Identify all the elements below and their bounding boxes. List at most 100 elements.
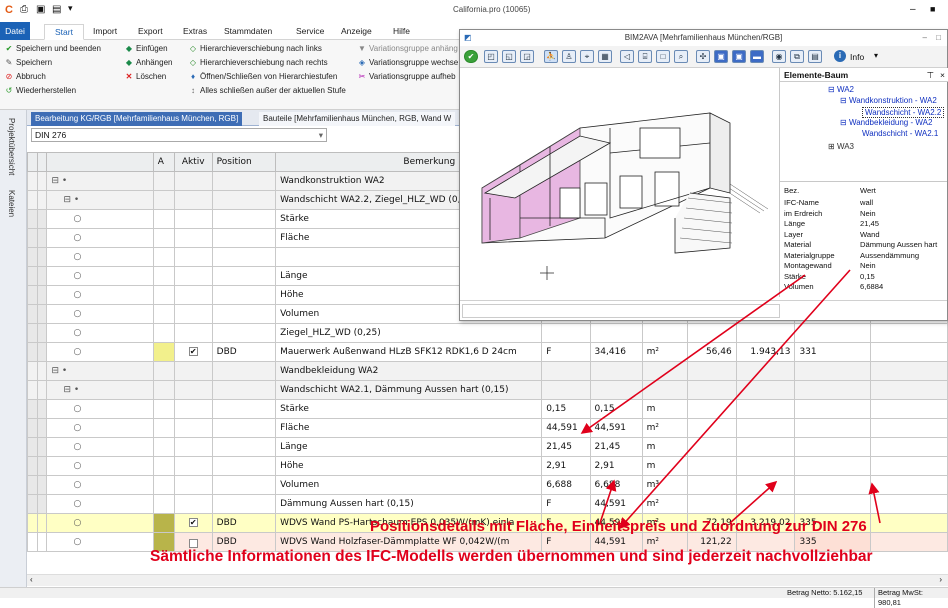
bemerkung-cell[interactable]: Dämmung Aussen hart (0,15): [275, 494, 543, 514]
view-front-icon[interactable]: ◱: [502, 50, 516, 63]
row-marker[interactable]: [27, 171, 38, 191]
tab-start[interactable]: Start: [44, 24, 84, 40]
row-marker[interactable]: [27, 323, 38, 343]
value-cell[interactable]: 34,416: [589, 342, 643, 362]
variation-switch-button[interactable]: ◈ Variationsgruppe wechse: [357, 57, 458, 69]
a-cell[interactable]: [152, 342, 175, 362]
comment-icon[interactable]: ⌸: [638, 50, 652, 63]
position-cell[interactable]: [211, 266, 277, 286]
table-row[interactable]: ○ ✔ DBD Mauerwerk Außenwand HLzB SFK12 RDK1…: [27, 342, 948, 362]
position-cell[interactable]: DBD: [211, 342, 277, 362]
table-row[interactable]: ○ Höhe 2,91 2,91 m: [27, 456, 948, 476]
total-cell[interactable]: [735, 418, 796, 438]
a-cell[interactable]: [152, 247, 175, 267]
tree-cell[interactable]: ○: [46, 247, 154, 267]
tab-extras[interactable]: Extras: [183, 24, 207, 40]
aktiv-cell[interactable]: [173, 475, 213, 495]
bim-maximize-button[interactable]: □: [936, 30, 941, 46]
position-cell[interactable]: [211, 494, 277, 514]
bemerkung-cell[interactable]: Stärke: [275, 399, 543, 419]
checkbox-checked[interactable]: ✔: [188, 518, 198, 527]
quick-access-dropdown-icon[interactable]: ▾: [68, 3, 73, 14]
table-row[interactable]: ○ Volumen 6,688 6,688 m³: [27, 475, 948, 495]
tab-projektuebersicht[interactable]: Projektübersicht: [7, 118, 16, 175]
col-header[interactable]: [36, 152, 48, 172]
row-marker[interactable]: [36, 209, 48, 229]
row-marker[interactable]: [27, 532, 38, 552]
position-cell[interactable]: [211, 361, 277, 381]
checkbox-unchecked[interactable]: ☐: [188, 538, 198, 548]
extra-cell[interactable]: [869, 399, 948, 419]
aktiv-cell[interactable]: [173, 285, 213, 305]
restore-button[interactable]: ↺ Wiederherstellen: [4, 85, 76, 97]
a-cell[interactable]: [152, 437, 175, 457]
value-cell[interactable]: 0,15: [541, 399, 591, 419]
price-cell[interactable]: [687, 456, 737, 476]
checkbox-checked[interactable]: ✔: [188, 347, 198, 356]
value-cell[interactable]: 21,45: [589, 437, 643, 457]
tree-cell[interactable]: ⊟ •: [46, 190, 154, 210]
unit-cell[interactable]: [641, 380, 689, 400]
position-cell[interactable]: [211, 285, 277, 305]
total-cell[interactable]: [735, 361, 796, 381]
measure-icon[interactable]: ⌖: [580, 50, 594, 63]
din-cell[interactable]: [794, 418, 871, 438]
aktiv-cell[interactable]: [173, 418, 213, 438]
row-marker[interactable]: [27, 513, 38, 533]
value-cell[interactable]: F: [541, 342, 591, 362]
tab-kateien[interactable]: Kateien: [7, 190, 16, 217]
bim-command-input[interactable]: [462, 304, 780, 318]
row-marker[interactable]: [27, 285, 38, 305]
aktiv-cell[interactable]: [173, 437, 213, 457]
position-cell[interactable]: [211, 228, 277, 248]
bemerkung-cell[interactable]: Fläche: [275, 418, 543, 438]
a-cell[interactable]: [152, 494, 175, 514]
tab-anzeige[interactable]: Anzeige: [341, 24, 372, 40]
row-marker[interactable]: [36, 361, 48, 381]
variation-append-button[interactable]: ▼ Variationsgruppe anhäng: [357, 43, 458, 55]
cancel-button[interactable]: ⊘ Abbruch: [4, 71, 46, 83]
model-viewport[interactable]: [460, 68, 779, 300]
a-cell[interactable]: [152, 304, 175, 324]
a-cell[interactable]: [152, 418, 175, 438]
aktiv-cell[interactable]: [173, 494, 213, 514]
value-cell[interactable]: [541, 380, 591, 400]
info-button[interactable]: Info: [850, 52, 864, 62]
aktiv-cell[interactable]: [173, 266, 213, 286]
aktiv-cell[interactable]: [173, 380, 213, 400]
aktiv-cell[interactable]: ✔: [173, 342, 213, 362]
tab-datei[interactable]: Datei: [0, 22, 30, 40]
table-row[interactable]: ○ Ziegel_HLZ_WD (0,25): [27, 323, 948, 343]
table-row[interactable]: ○ Länge 21,45 21,45 m: [27, 437, 948, 457]
tree-cell[interactable]: ○: [46, 513, 154, 533]
tab-stammdaten[interactable]: Stammdaten: [224, 24, 272, 40]
tree-cell[interactable]: ○: [46, 209, 154, 229]
person-icon[interactable]: ♙: [562, 50, 576, 63]
tree-node-wandschicht-wa21[interactable]: Wandschicht - WA2.1: [862, 129, 938, 138]
bemerkung-cell[interactable]: Wandbekleidung WA2: [275, 361, 543, 381]
tree-cell[interactable]: ⊟ •: [46, 171, 154, 191]
value-cell[interactable]: 44,591: [541, 418, 591, 438]
aktiv-cell[interactable]: [173, 399, 213, 419]
scroll-right-icon[interactable]: ›: [939, 575, 942, 584]
table-row[interactable]: ○ Dämmung Aussen hart (0,15) F 44,591 m²: [27, 494, 948, 514]
position-cell[interactable]: [211, 171, 277, 191]
din-cell[interactable]: [794, 399, 871, 419]
value-cell[interactable]: 6,688: [589, 475, 643, 495]
aktiv-cell[interactable]: [173, 361, 213, 381]
row-marker[interactable]: [36, 342, 48, 362]
value-cell[interactable]: [589, 323, 643, 343]
horizontal-scrollbar[interactable]: ‹ ›: [27, 574, 948, 586]
extra-cell[interactable]: [869, 361, 948, 381]
delete-button[interactable]: ✕ Löschen: [124, 71, 167, 83]
tree-cell[interactable]: ○: [46, 266, 154, 286]
extra-cell[interactable]: [869, 437, 948, 457]
unit-cell[interactable]: m: [641, 399, 689, 419]
a-cell[interactable]: [152, 456, 175, 476]
a-cell[interactable]: [152, 266, 175, 286]
aktiv-cell[interactable]: [173, 190, 213, 210]
value-cell[interactable]: [541, 323, 591, 343]
row-marker[interactable]: [27, 361, 38, 381]
extra-cell[interactable]: [869, 342, 948, 362]
collapse-others-button[interactable]: ↕ Alles schließen außer der aktuellen Stu…: [188, 85, 346, 97]
